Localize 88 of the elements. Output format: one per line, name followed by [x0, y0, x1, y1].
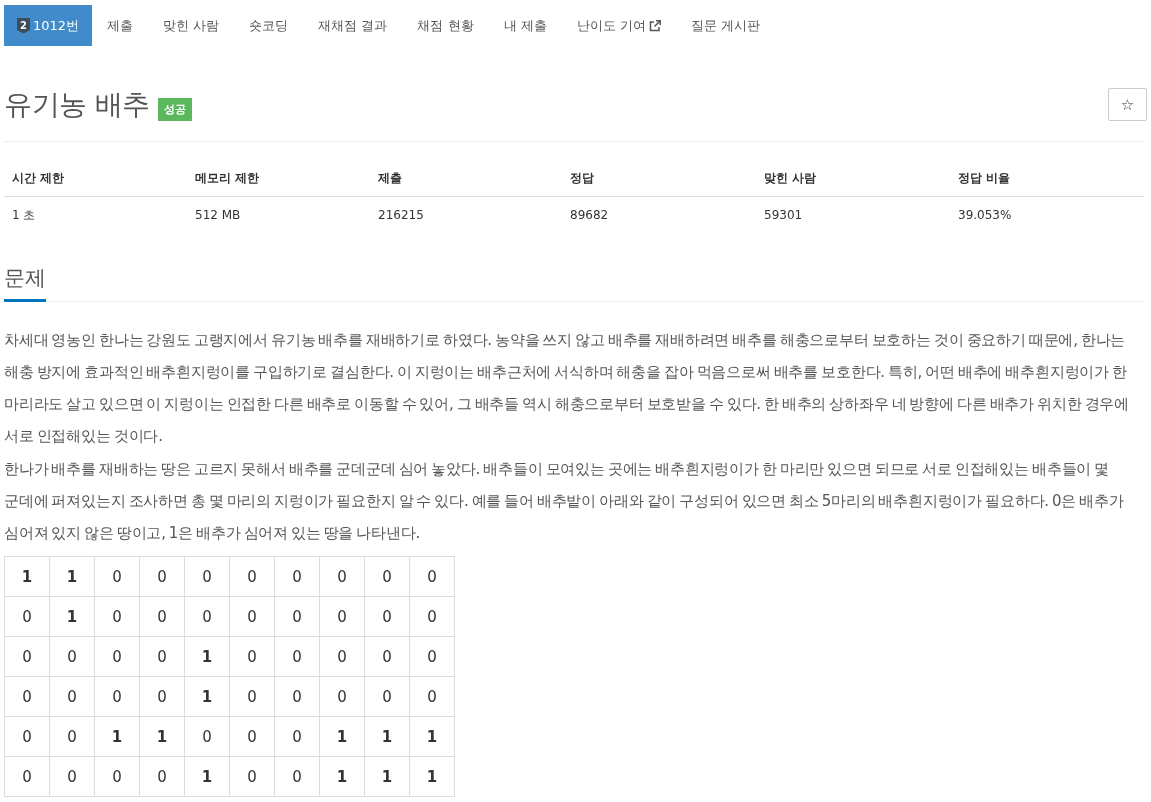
column-header: 제출: [370, 160, 562, 197]
star-button[interactable]: ☆: [1108, 88, 1147, 121]
grid-cell: 1: [49, 596, 95, 637]
grid-cell: 0: [184, 716, 230, 757]
nav-tab[interactable]: 재채점 결과: [303, 5, 403, 46]
grid-cell: 0: [139, 676, 185, 717]
grid-cell: 1: [364, 716, 410, 757]
grid-cell: 0: [139, 636, 185, 677]
grid-cell: 1: [139, 716, 185, 757]
tier-badge: 2: [17, 17, 30, 34]
grid-cell: 0: [364, 676, 410, 717]
nav-tab[interactable]: 내 제출: [488, 5, 562, 46]
column-header: 시간 제한: [4, 160, 187, 197]
grid-cell: 0: [274, 676, 320, 717]
grid-cell: 0: [274, 716, 320, 757]
grid-cell: 0: [409, 676, 455, 717]
grid-cell: 0: [274, 556, 320, 597]
grid-cell: 0: [94, 676, 140, 717]
grid-cell: 1: [319, 756, 365, 797]
grid-cell: 0: [229, 676, 275, 717]
nav-tab[interactable]: 숏코딩: [234, 5, 304, 46]
grid-cell: 1: [409, 716, 455, 757]
grid-cell: 1: [364, 756, 410, 797]
grid-cell: 1: [4, 556, 50, 597]
grid-cell: 0: [319, 556, 365, 597]
grid-cell: 1: [319, 716, 365, 757]
nav-tab[interactable]: 제출: [92, 5, 149, 46]
grid-cell: 0: [364, 556, 410, 597]
grid-cell: 0: [229, 636, 275, 677]
table-cell: 59301: [756, 196, 950, 233]
grid-cell: 0: [409, 556, 455, 597]
grid-cell: 1: [184, 676, 230, 717]
grid-cell: 0: [4, 676, 50, 717]
problem-title: 유기농 배추: [4, 88, 150, 121]
grid-cell: 0: [49, 676, 95, 717]
grid-cell: 1: [94, 716, 140, 757]
column-header: 맞힌 사람: [756, 160, 950, 197]
grid-cell: 0: [184, 556, 230, 597]
grid-cell: 1: [184, 636, 230, 677]
grid-cell: 0: [4, 636, 50, 677]
column-header: 정답: [562, 160, 756, 197]
nav-tab[interactable]: 난이도 기여: [561, 5, 676, 46]
result-badge: 성공: [157, 98, 192, 121]
grid-cell: 0: [139, 756, 185, 797]
grid-cell: 0: [139, 556, 185, 597]
grid-cell: 0: [49, 716, 95, 757]
grid-cell: 0: [4, 756, 50, 797]
grid-cell: 1: [409, 756, 455, 797]
nav-tab[interactable]: 채점 현황: [402, 5, 489, 46]
grid-cell: 0: [184, 596, 230, 637]
table-cell: 89682: [562, 196, 756, 233]
nav-tab[interactable]: 2 1012번: [4, 5, 93, 46]
grid-cell: 0: [4, 596, 50, 637]
grid-cell: 0: [364, 596, 410, 637]
grid-cell: 0: [364, 636, 410, 677]
grid-cell: 0: [94, 636, 140, 677]
grid-cell: 0: [229, 756, 275, 797]
section-heading: 문제: [4, 263, 46, 302]
grid-cell: 0: [49, 636, 95, 677]
table-cell: 216215: [370, 196, 562, 233]
grid-cell: 0: [274, 636, 320, 677]
grid-cell: 0: [319, 596, 365, 637]
grid-cell: 0: [4, 716, 50, 757]
grid-cell: 0: [319, 676, 365, 717]
table-cell: 39.053%: [950, 196, 1144, 233]
grid-cell: 0: [274, 756, 320, 797]
grid-cell: 0: [49, 756, 95, 797]
nav-tab[interactable]: 맞힌 사람: [148, 5, 235, 46]
table-cell: 1 초: [4, 196, 187, 233]
grid-cell: 1: [184, 756, 230, 797]
grid-cell: 0: [274, 596, 320, 637]
grid-cell: 0: [229, 716, 275, 757]
grid-cell: 0: [94, 756, 140, 797]
grid-cell: 0: [229, 596, 275, 637]
problem-paragraph: 차세대 영농인 한나는 강원도 고랭지에서 유기농 배추를 재배하기로 하였다. 농약을 쓰지 않고 배추를 재배하려면 배추를 해충으로부터 보호하는 것이 중요하기 때문에, 한나는 해충 방지에 효과적인 배추흰지렁이를 구입하기로 결심한다. 이 지렁이는 배추근처에 서식하며 해충을 잡아 먹음으로써 배추를 보호한다. 특히, 어떤 배추에 배추흰지렁이가 한 마리라도 살고 있으면 이 지렁이는 인접한 다른 배추로 이동할 수 있어, 그 배추들 역시 해충으로부터 보호받을 수 있다. 한 배추의 상하좌우 네 방향에 다른 배추가 위치한 경우에 서로 인접해있는 것이다.: [4, 330, 1130, 447]
grid-cell: 0: [139, 596, 185, 637]
column-header: 정답 비율: [950, 160, 1144, 197]
grid-cell: 1: [49, 556, 95, 597]
grid-cell: 0: [409, 636, 455, 677]
problem-paragraph: 한나가 배추를 재배하는 땅은 고르지 못해서 배추를 군데군데 심어 놓았다. 배추들이 모여있는 곳에는 배추흰지렁이가 한 마리만 있으면 되므로 서로 인접해있는 배추들이 몇 군데에 퍼져있는지 조사하면 총 몇 마리의 지렁이가 필요한지 알 수 있다. 예를 들어 배추밭이 아래와 같이 구성되어 있으면 최소 5마리의 배추흰지렁이가 필요하다. 0은 배추가 심어져 있지 않은 땅이고, 1은 배추가 심어져 있는 땅을 나타낸다.: [4, 459, 1125, 544]
table-cell: 512 MB: [187, 196, 370, 233]
grid-cell: 0: [229, 556, 275, 597]
nav-tab[interactable]: 질문 게시판: [675, 5, 775, 46]
grid-cell: 0: [94, 596, 140, 637]
grid-cell: 0: [319, 636, 365, 677]
column-header: 메모리 제한: [187, 160, 370, 197]
grid-cell: 0: [94, 556, 140, 597]
grid-cell: 0: [409, 596, 455, 637]
